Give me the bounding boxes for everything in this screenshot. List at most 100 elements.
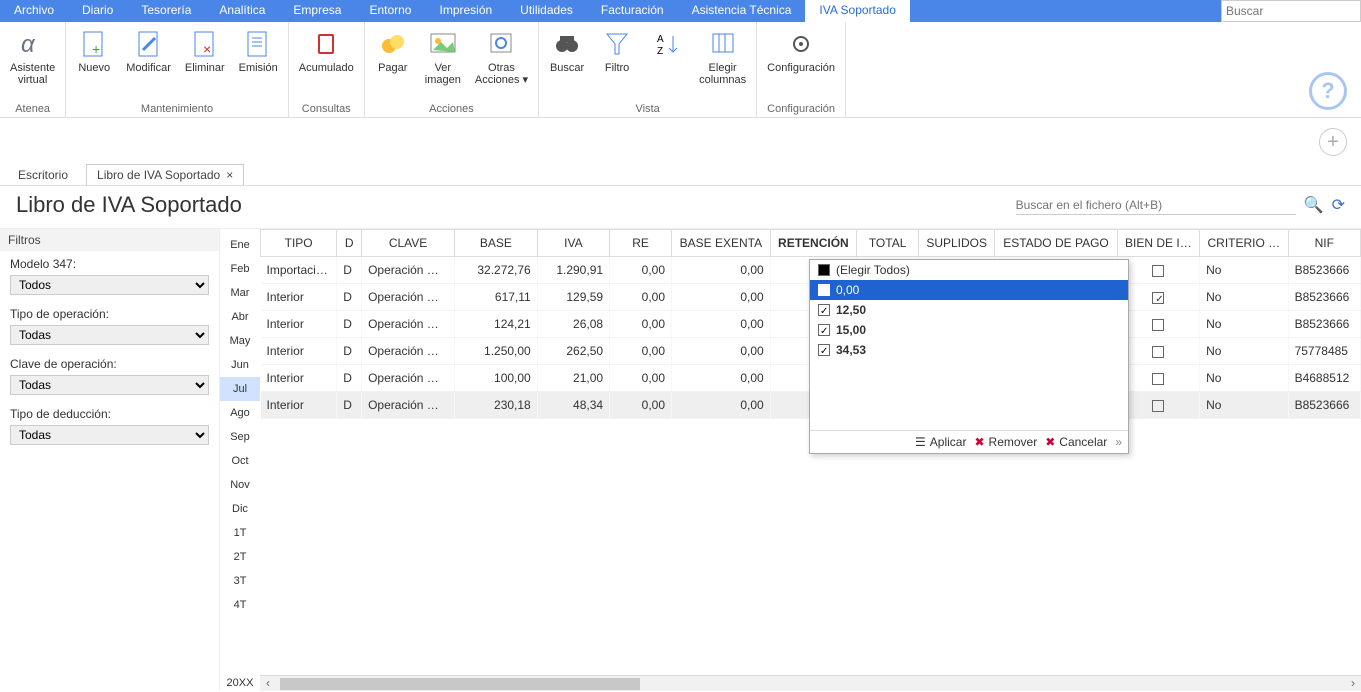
filter-select[interactable]: Todas (10, 375, 209, 395)
month-nov[interactable]: Nov (220, 473, 260, 497)
ribbon-btn-asistente[interactable]: αAsistentevirtual (6, 26, 59, 88)
ribbon-btn-sort[interactable]: AZ (645, 26, 689, 64)
horizontal-scrollbar[interactable]: ‹ › (260, 675, 1361, 691)
month-ago[interactable]: Ago (220, 401, 260, 425)
column-header-13[interactable]: NIF (1288, 230, 1360, 257)
ribbon-btn-configuracin[interactable]: Configuración (763, 26, 839, 76)
ribbon-btn-emisin[interactable]: Emisión (235, 26, 282, 76)
menu-tab-ivasoportado[interactable]: IVA Soportado (805, 0, 910, 22)
menu-tab-diario[interactable]: Diario (68, 0, 127, 22)
column-header-12[interactable]: CRITERIO … (1200, 230, 1289, 257)
column-header-3[interactable]: BASE (455, 230, 538, 257)
filter-option[interactable]: 34,53 (810, 340, 1128, 360)
ribbon-btn-buscar[interactable]: Buscar (545, 26, 589, 76)
menu-tab-facturacin[interactable]: Facturación (587, 0, 678, 22)
month-jul[interactable]: Jul (220, 377, 260, 401)
ribbon-btn-eliminar[interactable]: ×Eliminar (181, 26, 229, 76)
column-header-10[interactable]: ESTADO DE PAGO (995, 230, 1118, 257)
column-header-1[interactable]: D (337, 230, 362, 257)
close-icon[interactable]: × (226, 168, 233, 182)
month-ene[interactable]: Ene (220, 233, 260, 257)
month-mar[interactable]: Mar (220, 281, 260, 305)
window-tab-1[interactable]: Libro de IVA Soportado × (86, 164, 244, 185)
menu-tab-impresin[interactable]: Impresión (425, 0, 506, 22)
column-header-8[interactable]: TOTAL (857, 230, 919, 257)
refresh-icon[interactable]: ⟳ (1332, 195, 1345, 215)
checkbox-icon[interactable] (818, 344, 830, 356)
filter-cancel-button[interactable]: ✖ Cancelar (1045, 435, 1107, 449)
menu-tab-asistenciatcnica[interactable]: Asistencia Técnica (678, 0, 806, 22)
column-header-2[interactable]: CLAVE (362, 230, 455, 257)
filter-apply-button[interactable]: ☰ Aplicar (915, 435, 966, 449)
ribbon-btn-acumulado[interactable]: Acumulado (295, 26, 358, 76)
file-search-input[interactable] (1016, 196, 1296, 215)
ribbon-group-acciones: PagarVerimagenOtrasAcciones ▾Acciones (365, 22, 539, 117)
menu-tab-entorno[interactable]: Entorno (355, 0, 425, 22)
filter-0: Modelo 347:Todos (0, 251, 219, 301)
ribbon-btn-nuevo[interactable]: +Nuevo (72, 26, 116, 76)
month-4t[interactable]: 4T (220, 593, 260, 617)
search-icon[interactable]: 🔍 (1304, 195, 1324, 215)
checkbox-icon[interactable] (818, 284, 830, 296)
filter-select[interactable]: Todas (10, 425, 209, 445)
column-header-6[interactable]: BASE EXENTA (672, 230, 771, 257)
column-header-9[interactable]: SUPLIDOS (919, 230, 995, 257)
cell: No (1200, 392, 1289, 419)
filter-select-all[interactable]: (Elegir Todos) (810, 260, 1128, 280)
ribbon-btn-otras[interactable]: OtrasAcciones ▾ (471, 26, 532, 88)
month-jun[interactable]: Jun (220, 353, 260, 377)
menu-tab-tesorera[interactable]: Tesorería (127, 0, 205, 22)
month-oct[interactable]: Oct (220, 449, 260, 473)
checkbox-icon[interactable] (1152, 319, 1164, 331)
month-dic[interactable]: Dic (220, 497, 260, 521)
menu-tab-empresa[interactable]: Empresa (279, 0, 355, 22)
filter-option[interactable]: 15,00 (810, 320, 1128, 340)
filter-select[interactable]: Todos (10, 275, 209, 295)
top-search-input[interactable] (1222, 2, 1360, 20)
cell: 124,21 (455, 311, 538, 338)
filters-panel: Filtros Modelo 347:TodosTipo de operació… (0, 229, 220, 691)
column-header-4[interactable]: IVA (537, 230, 609, 257)
month-feb[interactable]: Feb (220, 257, 260, 281)
ribbon-btn-filtro[interactable]: Filtro (595, 26, 639, 76)
cell (1117, 392, 1199, 419)
checkbox-icon[interactable] (1152, 265, 1164, 277)
menu-tab-archivo[interactable]: Archivo (0, 0, 68, 22)
ribbon-btn-elegir[interactable]: Elegircolumnas (695, 26, 750, 88)
add-tab-button[interactable]: + (1319, 128, 1347, 156)
svg-text:A: A (657, 34, 664, 45)
menu-tab-analtica[interactable]: Analítica (205, 0, 279, 22)
ribbon-btn-pagar[interactable]: Pagar (371, 26, 415, 76)
month-1t[interactable]: 1T (220, 521, 260, 545)
filter-remove-button[interactable]: ✖ Remover (974, 435, 1037, 449)
ribbon-btn-ver[interactable]: Verimagen (421, 26, 465, 88)
column-header-11[interactable]: BIEN DE I… (1117, 230, 1199, 257)
month-may[interactable]: May (220, 329, 260, 353)
cell: 0,00 (672, 311, 771, 338)
column-header-0[interactable]: TIPO (261, 230, 337, 257)
checkbox-icon[interactable] (1152, 400, 1164, 412)
top-search[interactable] (1221, 0, 1361, 22)
column-header-5[interactable]: RE (610, 230, 672, 257)
month-2t[interactable]: 2T (220, 545, 260, 569)
help-icon[interactable]: ? (1309, 72, 1347, 110)
ribbon-btn-label: Nuevo (78, 62, 110, 74)
checkbox-icon[interactable] (818, 304, 830, 316)
expand-icon[interactable]: » (1115, 435, 1122, 449)
filter-option[interactable]: 12,50 (810, 300, 1128, 320)
checkbox-icon[interactable] (818, 324, 830, 336)
checkbox-icon[interactable] (1152, 373, 1164, 385)
scroll-left-icon[interactable]: ‹ (260, 676, 276, 692)
month-sep[interactable]: Sep (220, 425, 260, 449)
window-tab-0[interactable]: Escritorio (8, 164, 78, 185)
scroll-right-icon[interactable]: › (1345, 676, 1361, 692)
checkbox-icon[interactable] (1152, 292, 1164, 304)
filter-select[interactable]: Todas (10, 325, 209, 345)
ribbon-btn-modificar[interactable]: Modificar (122, 26, 175, 76)
checkbox-icon[interactable] (1152, 346, 1164, 358)
column-header-7[interactable]: RETENCIÓN (770, 230, 856, 257)
month-abr[interactable]: Abr (220, 305, 260, 329)
month-3t[interactable]: 3T (220, 569, 260, 593)
filter-option[interactable]: 0,00 (810, 280, 1128, 300)
menu-tab-utilidades[interactable]: Utilidades (506, 0, 587, 22)
